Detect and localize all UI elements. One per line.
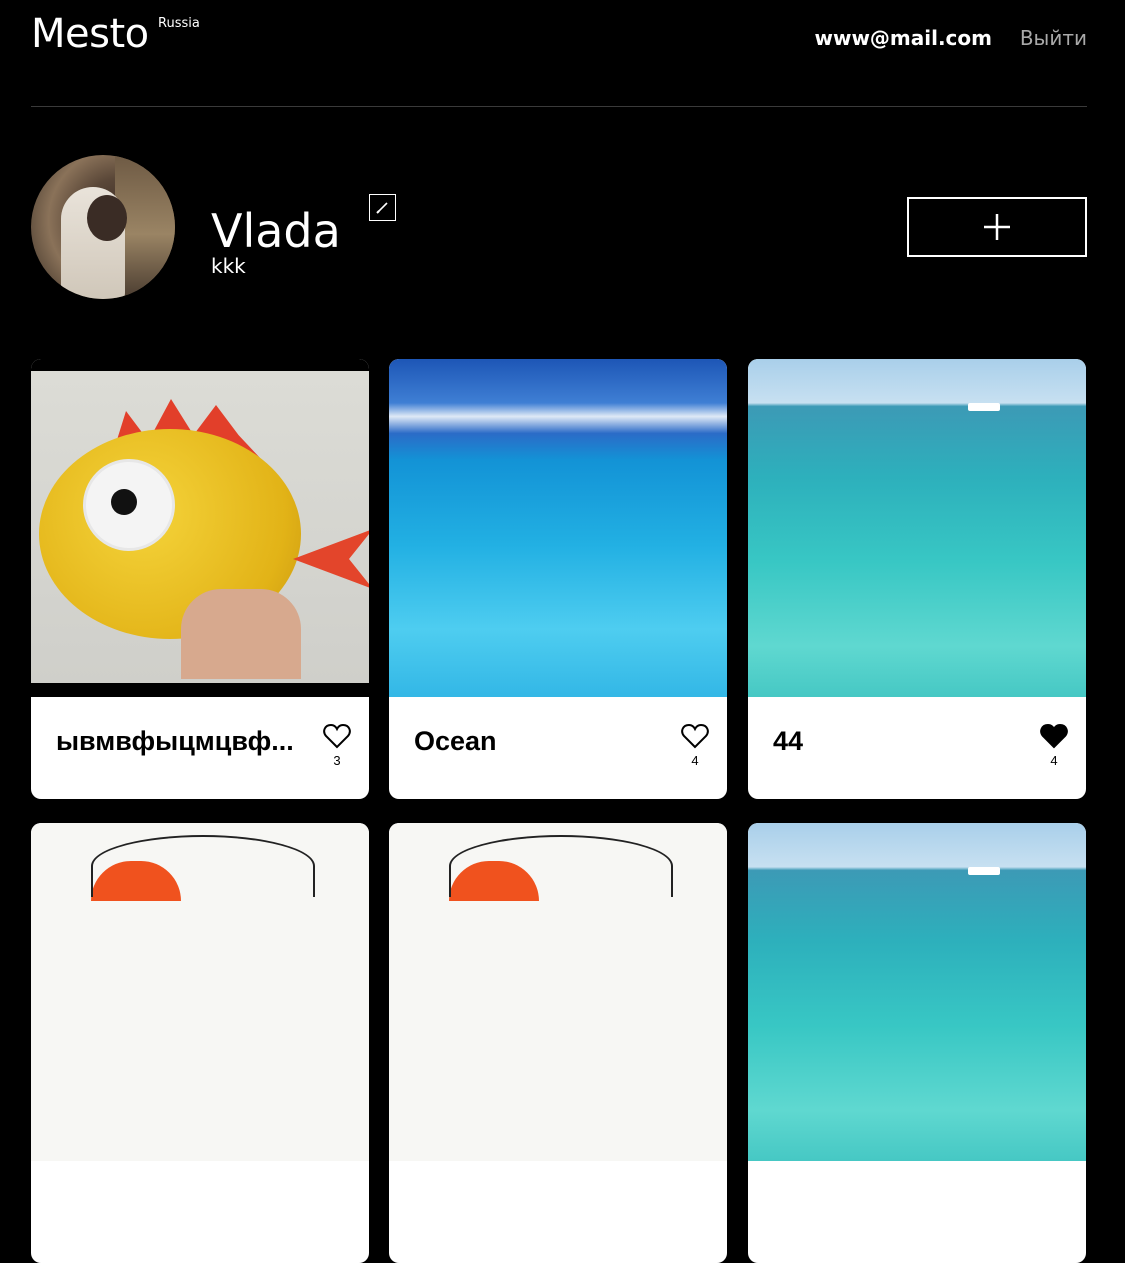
like-count: 4 <box>691 753 699 768</box>
avatar[interactable] <box>31 155 175 299</box>
heart-icon[interactable] <box>681 723 709 749</box>
card <box>748 823 1086 1263</box>
card-title: ывмвфыцмцвф... <box>56 726 294 756</box>
card-image[interactable] <box>748 823 1086 1161</box>
header: Mesto Russia www@mail.com Выйти <box>31 0 1087 107</box>
card-title: 44 <box>773 726 804 756</box>
logo[interactable]: Mesto <box>31 14 149 54</box>
hand <box>181 589 301 679</box>
card-title: Ocean <box>414 726 497 756</box>
drawing-lines <box>91 835 315 897</box>
card: 44 4 <box>748 359 1086 799</box>
card-image[interactable] <box>31 359 369 697</box>
card <box>389 823 727 1263</box>
pencil-icon <box>376 202 388 214</box>
plus-icon <box>984 214 1010 240</box>
avatar-hair <box>87 195 127 241</box>
boat <box>968 403 1000 411</box>
logo-region: Russia <box>158 16 200 31</box>
card <box>31 823 369 1263</box>
like-count: 3 <box>333 753 341 768</box>
add-card-button[interactable] <box>907 197 1087 257</box>
edit-profile-button[interactable] <box>369 194 396 221</box>
card-image[interactable] <box>389 823 727 1161</box>
card: ывмвфыцмцвф... 3 <box>31 359 369 799</box>
card: Ocean 4 <box>389 359 727 799</box>
logout-link[interactable]: Выйти <box>1020 26 1087 50</box>
like-count: 4 <box>1050 753 1058 768</box>
boat <box>968 867 1000 875</box>
card-image[interactable] <box>748 359 1086 697</box>
heart-icon-active[interactable] <box>1040 723 1068 749</box>
toy-fish-pupil <box>111 489 137 515</box>
profile-name: Vlada <box>211 203 341 258</box>
card-image[interactable] <box>389 359 727 697</box>
heart-icon[interactable] <box>323 723 351 749</box>
profile-about: kkk <box>211 254 246 278</box>
drawing-lines <box>449 835 673 897</box>
card-image[interactable] <box>31 823 369 1161</box>
user-email: www@mail.com <box>814 26 992 50</box>
